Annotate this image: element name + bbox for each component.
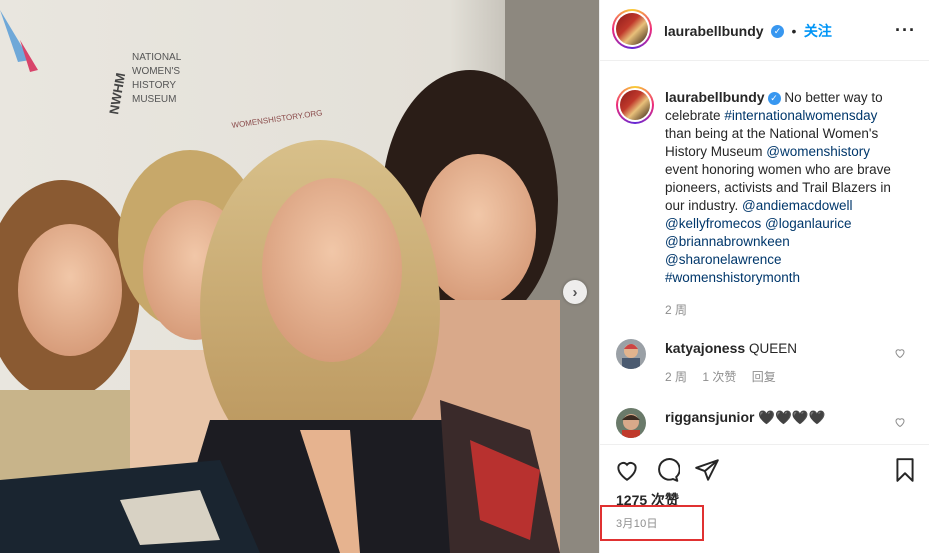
verified-badge-icon: ✓ (771, 25, 785, 39)
comment-text: 🖤🖤🖤🖤 (758, 410, 826, 425)
save-bookmark-icon[interactable] (892, 457, 918, 483)
post-header: laurabellbundy ✓ • 关注 ··· (600, 0, 929, 61)
photo-illustration: NATIONAL WOMEN'S HISTORY MUSEUM NWHM WOM… (0, 0, 599, 553)
comment-item: riggansjunior 🖤🖤🖤🖤 (616, 408, 916, 442)
comment-body: katyajoness QUEEN 2 周 1 次赞 回复 (665, 339, 885, 386)
mention-link[interactable]: @sharonelawrence (665, 252, 782, 267)
comment-meta: 2 周 1 次赞 回复 (665, 368, 885, 386)
mention-link[interactable]: @kellyfromecos (665, 216, 761, 231)
like-comment-heart-icon[interactable] (894, 416, 906, 428)
caption-text: laurabellbundy ✓ No better way to celebra… (665, 88, 905, 319)
commenter-avatar[interactable] (616, 339, 646, 369)
author-line: laurabellbundy ✓ • 关注 (664, 21, 832, 41)
verified-badge-icon: ✓ (767, 91, 781, 105)
mention-link[interactable]: @loganlaurice (765, 216, 852, 231)
like-comment-heart-icon[interactable] (894, 347, 906, 359)
commenter-username[interactable]: riggansjunior (665, 409, 754, 425)
comment-likes[interactable]: 1 次赞 (702, 370, 736, 384)
hashtag-link[interactable]: #internationalwomensday (724, 108, 877, 123)
caption-username[interactable]: laurabellbundy (665, 89, 765, 105)
comment-body: riggansjunior 🖤🖤🖤🖤 (665, 408, 885, 427)
comment-bubble-icon[interactable] (654, 457, 680, 483)
commenter-avatar[interactable] (616, 408, 646, 438)
author-avatar[interactable] (612, 9, 652, 49)
share-plane-icon[interactable] (694, 457, 720, 483)
mention-link[interactable]: @andiemacdowell (742, 198, 853, 213)
caption-age[interactable]: 2 周 (665, 301, 905, 319)
comment-text: QUEEN (748, 341, 797, 356)
author-username[interactable]: laurabellbundy (664, 23, 764, 39)
commenter-username[interactable]: katyajoness (665, 340, 745, 356)
reply-button[interactable]: 回复 (752, 370, 776, 384)
date-highlight-box (600, 505, 704, 541)
hashtag-link[interactable]: #womenshistorymonth (665, 270, 800, 285)
comment-age[interactable]: 2 周 (665, 370, 687, 384)
mention-link[interactable]: @briannabrownkeen (665, 234, 790, 249)
caption-author-avatar[interactable] (616, 86, 654, 124)
post-details-panel: laurabellbundy ✓ • 关注 ··· laurabellbundy… (599, 0, 929, 553)
follow-button[interactable]: 关注 (804, 23, 832, 39)
mention-link[interactable]: @womenshistory (766, 144, 870, 159)
comment-item: katyajoness QUEEN 2 周 1 次赞 回复 (616, 339, 916, 389)
post-actions (600, 444, 929, 485)
post-photo[interactable]: NATIONAL WOMEN'S HISTORY MUSEUM NWHM WOM… (0, 0, 599, 553)
more-options-icon[interactable]: ··· (895, 20, 916, 41)
next-photo-button[interactable]: › (563, 280, 587, 304)
separator-dot: • (791, 23, 797, 39)
like-heart-icon[interactable] (614, 457, 640, 483)
